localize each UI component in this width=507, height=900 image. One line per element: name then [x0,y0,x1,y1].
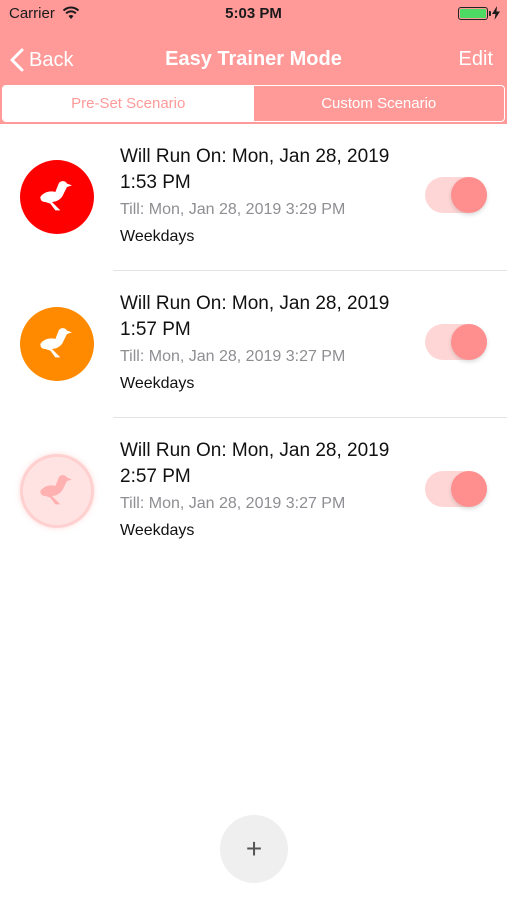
navigation-bar: Back Easy Trainer Mode Edit [0,40,507,80]
toggle-knob [451,471,487,507]
bird-icon [40,181,72,211]
scenario-start-time: Will Run On: Mon, Jan 28, 2019 1:53 PM [120,146,390,193]
scenario-end-time: Till: Mon, Jan 28, 2019 3:27 PM [120,495,346,512]
add-button[interactable]: + [220,815,288,883]
scenario-start-time: Will Run On: Mon, Jan 28, 2019 2:57 PM [120,440,390,487]
scenario-repeat: Weekdays [120,375,195,392]
scenario-list: Will Run On: Mon, Jan 28, 2019 1:53 PM T… [0,124,507,565]
scenario-end-time: Till: Mon, Jan 28, 2019 3:29 PM [120,201,346,218]
chevron-left-icon [10,48,24,72]
toggle-knob [451,324,487,360]
scenario-segmented-control: Pre-Set Scenario Custom Scenario [2,85,505,122]
battery-icon [458,7,491,20]
scenario-toggle[interactable] [425,471,487,507]
segment-preset-scenario[interactable]: Pre-Set Scenario [3,86,254,121]
toggle-knob [451,177,487,213]
scenario-toggle[interactable] [425,177,487,213]
page-title: Easy Trainer Mode [165,48,342,70]
status-bar: Carrier 5:03 PM [0,0,507,28]
segment-custom-scenario[interactable]: Custom Scenario [254,86,505,121]
scenario-row[interactable]: Will Run On: Mon, Jan 28, 2019 2:57 PM T… [0,418,507,565]
scenario-avatar [20,307,94,381]
scenario-toggle[interactable] [425,324,487,360]
scenario-start-time: Will Run On: Mon, Jan 28, 2019 1:57 PM [120,293,390,340]
scenario-end-time: Till: Mon, Jan 28, 2019 3:27 PM [120,348,346,365]
back-label: Back [29,48,74,71]
charging-bolt-icon [492,6,500,20]
scenario-repeat: Weekdays [120,522,195,539]
scenario-avatar [20,160,94,234]
bird-icon [40,328,72,358]
status-time: 5:03 PM [225,5,282,22]
scenario-row[interactable]: Will Run On: Mon, Jan 28, 2019 1:53 PM T… [0,124,507,271]
scenario-repeat: Weekdays [120,228,195,245]
scenario-row[interactable]: Will Run On: Mon, Jan 28, 2019 1:57 PM T… [0,271,507,418]
header: Carrier 5:03 PM Back Easy Trainer Mode E… [0,0,507,124]
edit-button[interactable]: Edit [459,48,493,71]
scenario-avatar [20,454,94,528]
bird-icon [40,475,72,505]
back-button[interactable]: Back [10,46,73,74]
